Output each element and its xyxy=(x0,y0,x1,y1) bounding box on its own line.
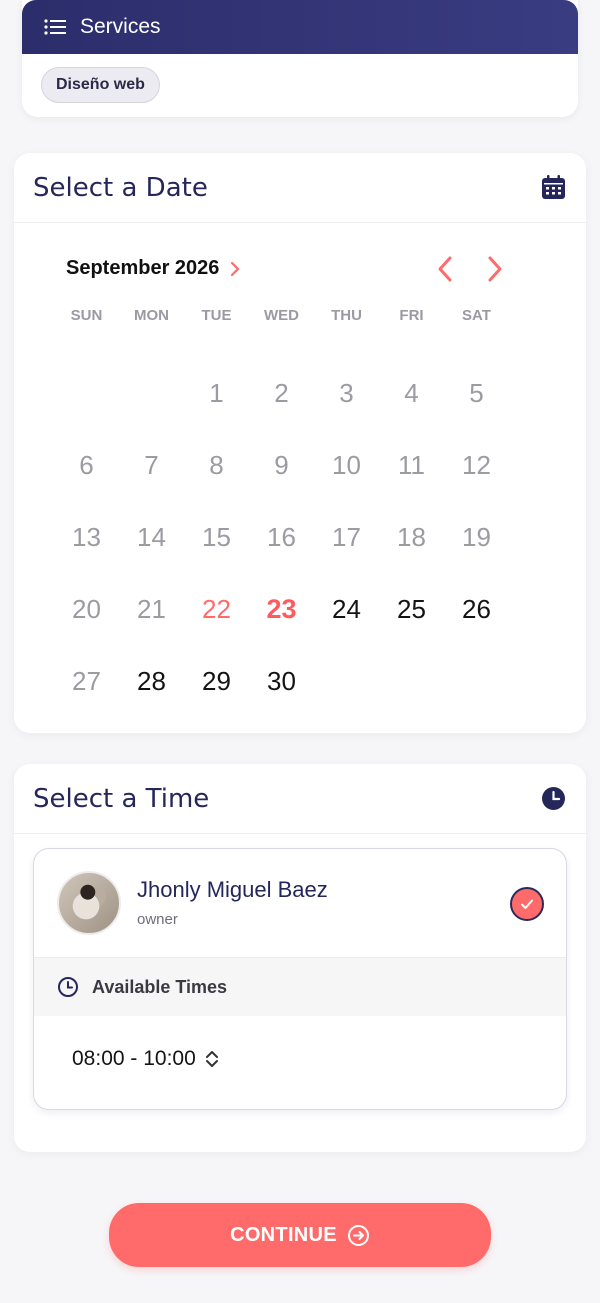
calendar-day: 18 xyxy=(397,521,426,552)
calendar-day[interactable]: 26 xyxy=(444,573,509,645)
calendar-day: 21 xyxy=(137,593,166,624)
arrow-circle-right-icon xyxy=(347,1224,369,1246)
date-card-header: Select a Date xyxy=(14,153,586,223)
month-label: September 2026 xyxy=(66,257,220,279)
calendar-day: 7 xyxy=(144,449,159,480)
calendar-empty-cell xyxy=(119,357,184,429)
calendar-day[interactable]: 29 xyxy=(184,645,249,717)
continue-button[interactable]: CONTINUE xyxy=(109,1203,491,1267)
calendar-day: 9 xyxy=(274,449,289,480)
chevron-right-icon xyxy=(231,261,240,276)
next-month-button[interactable] xyxy=(482,254,508,284)
avatar xyxy=(57,871,121,935)
continue-label: CONTINUE xyxy=(230,1223,337,1246)
calendar-day[interactable]: 28 xyxy=(119,645,184,717)
calendar-day-selected[interactable]: 23 xyxy=(249,573,314,645)
available-times-header: Available Times xyxy=(34,957,566,1016)
calendar-day: 11 xyxy=(398,449,425,480)
check-icon xyxy=(521,899,533,909)
weekday-label: THU xyxy=(331,307,362,324)
calendar-day[interactable]: 22 xyxy=(184,573,249,645)
calendar-day: 19 xyxy=(462,521,491,552)
list-icon xyxy=(44,19,66,35)
weekday-label: SUN xyxy=(70,307,103,324)
services-card: Services Diseño web xyxy=(22,0,578,117)
calendar-day: 20 xyxy=(72,593,101,624)
available-times-label: Available Times xyxy=(92,976,228,997)
calendar-day[interactable]: 30 xyxy=(249,645,314,717)
calendar-day: 13 xyxy=(72,521,101,552)
staff-selected-toggle[interactable] xyxy=(510,887,544,921)
calendar-day: 17 xyxy=(332,521,361,552)
calendar-day: 15 xyxy=(202,521,231,552)
calendar-day: 8 xyxy=(209,449,224,480)
clock-icon xyxy=(542,787,565,810)
staff-role: owner xyxy=(137,911,178,928)
weekday-header: SUN MON TUE WED THU FRI SAT xyxy=(54,307,509,324)
time-section-title: Select a Time xyxy=(33,783,210,814)
unfold-icon xyxy=(205,1051,218,1067)
calendar-day: 4 xyxy=(404,377,419,408)
time-card: Select a Time Jhonly Miguel Baez owner A… xyxy=(14,764,586,1152)
weekday-label: WED xyxy=(264,307,299,324)
calendar-day: 3 xyxy=(339,377,354,408)
calendar-day: 14 xyxy=(137,521,166,552)
date-section-title: Select a Date xyxy=(33,172,208,203)
calendar-day[interactable]: 24 xyxy=(314,573,379,645)
weekday-label: MON xyxy=(134,307,169,324)
calendar-day: 5 xyxy=(469,377,484,408)
services-header: Services xyxy=(22,0,578,54)
calendar-icon xyxy=(542,175,565,199)
calendar-day: 10 xyxy=(332,449,361,480)
time-select[interactable]: 08:00 - 10:00 xyxy=(72,1047,220,1071)
calendar-day: 27 xyxy=(72,665,101,696)
date-card: Select a Date September 2026 SUN MON TUE… xyxy=(14,153,586,733)
month-selector[interactable]: September 2026 xyxy=(66,257,241,280)
calendar-day: 12 xyxy=(462,449,491,480)
calendar-day: 2 xyxy=(274,377,289,408)
weekday-label: TUE xyxy=(201,307,232,324)
calendar-day: 6 xyxy=(79,449,94,480)
weekday-label: SAT xyxy=(462,307,491,324)
service-chip[interactable]: Diseño web xyxy=(41,67,160,103)
calendar-day[interactable]: 25 xyxy=(379,573,444,645)
calendar-day: 1 xyxy=(209,377,224,408)
staff-name: Jhonly Miguel Baez xyxy=(137,877,328,902)
weekday-label: FRI xyxy=(399,307,424,324)
clock-outline-icon xyxy=(58,977,78,997)
prev-month-button[interactable] xyxy=(432,254,458,284)
calendar-day: 16 xyxy=(267,521,296,552)
calendar-empty-cell xyxy=(54,357,119,429)
time-select-value: 08:00 - 10:00 xyxy=(72,1047,196,1070)
staff-option[interactable]: Jhonly Miguel Baez owner Available Times… xyxy=(33,848,567,1110)
calendar-days: 1 2 3 4 5 6 7 8 9 10 11 12 13 14 15 16 17 18 19 20 21 22 23 24 2… xyxy=(54,357,509,717)
services-title: Services xyxy=(80,15,161,38)
time-card-header: Select a Time xyxy=(14,764,586,834)
